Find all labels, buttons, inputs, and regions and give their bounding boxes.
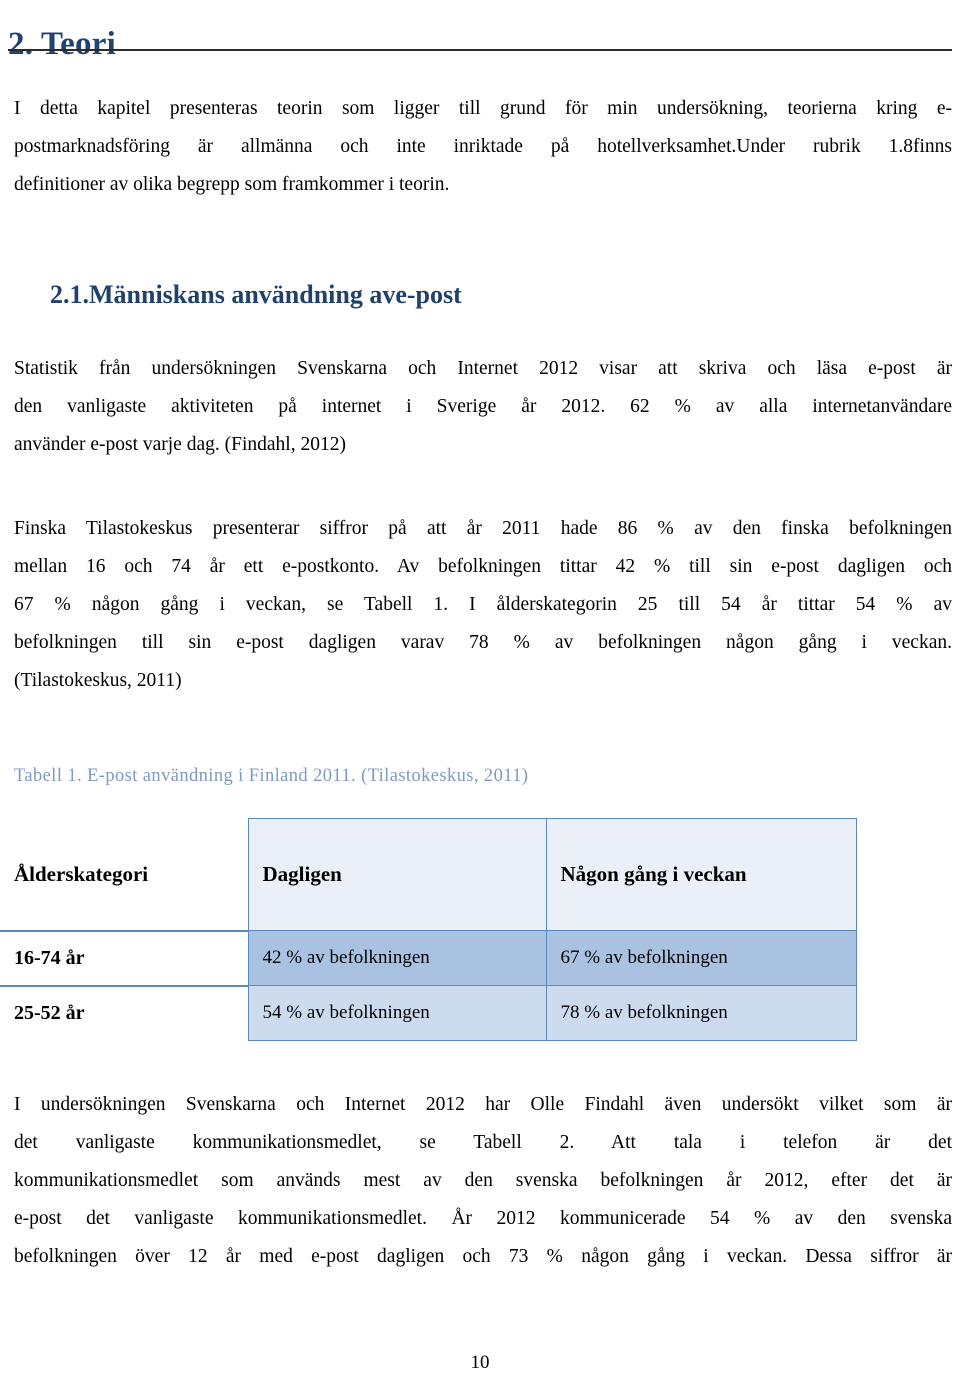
page-number: 10 — [470, 1352, 490, 1373]
heading-divider — [8, 49, 952, 51]
paragraph-line: (Tilastokeskus, 2011) — [14, 670, 182, 691]
paragraph-line: I detta kapitel presenteras teorin som l… — [14, 98, 952, 119]
paragraph-line: Statistik från undersökningen Svenskarna… — [14, 358, 952, 379]
table-row: 25-52 år 54 % av befolkningen 78 % av be… — [0, 985, 857, 1041]
paragraph-line: definitioner av olika begrepp som framko… — [14, 174, 450, 195]
paragraph-line: befolkningen över 12 år med e-post dagli… — [14, 1246, 952, 1267]
paragraph-line: I undersökningen Svenskarna och Internet… — [14, 1094, 952, 1115]
table-header-cell-age: Ålderskategori — [0, 818, 248, 932]
section-subheading: 2.1.Människans användning ave-post — [50, 279, 462, 309]
paragraph-intro: I detta kapitel presenteras teorin som l… — [14, 90, 952, 204]
paragraph-line: det vanligaste kommunikationsmedlet, se … — [14, 1132, 952, 1153]
paragraph-finska: Finska Tilastokeskus presenterar siffror… — [14, 510, 952, 700]
table-header-cell-weekly: Någon gång i veckan — [545, 818, 857, 931]
paragraph-line: den vanligaste aktiviteten på internet i… — [14, 396, 952, 417]
paragraph-line: mellan 16 och 74 år ett e-postkonto. Av … — [14, 556, 952, 577]
document-page: 2. Teori I detta kapitel presenteras teo… — [0, 0, 960, 1392]
page-title: 2. Teori — [8, 26, 116, 63]
table-cell-weekly: 78 % av befolkningen — [545, 985, 857, 1041]
table-header-row: Ålderskategori Dagligen Någon gång i vec… — [0, 818, 857, 932]
table-cell-age: 25-52 år — [0, 985, 248, 1041]
paragraph-line: befolkningen till sin e-post dagligen va… — [14, 632, 952, 653]
table-cell-age: 16-74 år — [0, 929, 248, 987]
paragraph-statistik: Statistik från undersökningen Svenskarna… — [14, 350, 952, 464]
table-cell-weekly: 67 % av befolkningen — [545, 930, 857, 986]
table-cell-daily: 42 % av befolkningen — [247, 930, 547, 986]
email-usage-table: Ålderskategori Dagligen Någon gång i vec… — [0, 818, 857, 1041]
table-caption: Tabell 1. E-post användning i Finland 20… — [14, 766, 529, 786]
paragraph-line: Finska Tilastokeskus presenterar siffror… — [14, 518, 952, 539]
table-row: 16-74 år 42 % av befolkningen 67 % av be… — [0, 929, 857, 987]
paragraph-line: 67 % någon gång i veckan, se Tabell 1. I… — [14, 594, 952, 615]
paragraph-line: e-post det vanligaste kommunikationsmedl… — [14, 1208, 952, 1229]
paragraph-line: postmarknadsföring är allmänna och inte … — [14, 136, 952, 157]
paragraph-line: använder e-post varje dag. (Findahl, 201… — [14, 434, 346, 455]
paragraph-line: kommunikationsmedlet som används mest av… — [14, 1170, 952, 1191]
paragraph-final: I undersökningen Svenskarna och Internet… — [14, 1086, 952, 1276]
table-cell-daily: 54 % av befolkningen — [247, 985, 547, 1041]
table-container: Ålderskategori Dagligen Någon gång i vec… — [0, 818, 857, 1046]
table-header-cell-daily: Dagligen — [247, 818, 547, 931]
